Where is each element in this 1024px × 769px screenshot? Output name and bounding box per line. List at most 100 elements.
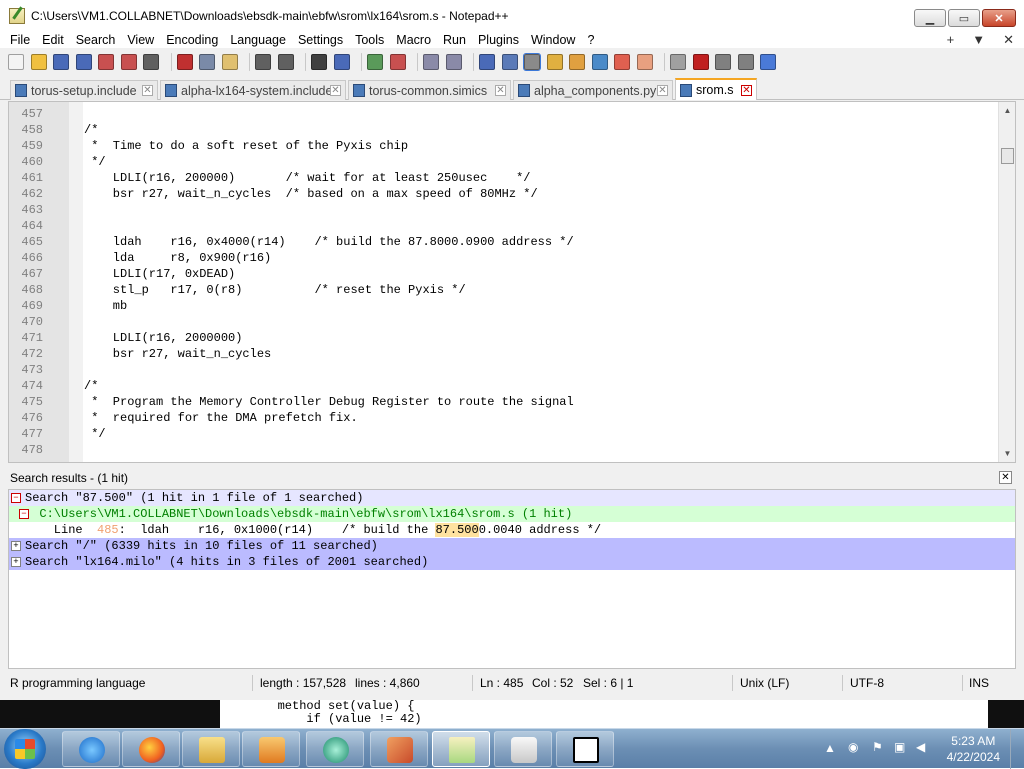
code-line[interactable]: 473 [9,362,993,378]
code-line[interactable]: 458 /* [9,122,993,138]
record-macro-icon[interactable] [670,54,686,70]
paste-icon[interactable] [221,54,238,70]
cut-icon[interactable] [176,54,193,70]
flag-icon[interactable]: ⚑ [872,740,883,754]
maximize-button[interactable]: ▭ [948,9,980,27]
search-results-list[interactable]: − Search "87.500" (1 hit in 1 file of 1 s… [8,489,1016,669]
monitoring-icon[interactable] [636,54,653,70]
save-all-icon[interactable] [75,54,92,70]
taskbar-7zip[interactable] [556,731,614,767]
tab-close-icon[interactable]: ✕ [142,85,153,96]
menu-encoding[interactable]: Encoding [160,32,224,48]
run-macro-multiple-icon[interactable] [737,54,754,70]
code-line[interactable]: 478 [9,442,993,458]
close-doc-icon[interactable]: ✕ [1003,32,1014,48]
menu-macro[interactable]: Macro [390,32,437,48]
tab-close-icon[interactable]: ✕ [330,85,341,96]
taskbar-hxd[interactable] [494,731,552,767]
code-line[interactable]: 464 [9,218,993,234]
code-line[interactable]: 468 stl_p r17, 0(r8) /* reset the Pyxis … [9,282,993,298]
menu-plugins[interactable]: Plugins [472,32,525,48]
code-line[interactable]: 474 /* [9,378,993,394]
code-line[interactable]: 475 * Program the Memory Controller Debu… [9,394,993,410]
search-result-group[interactable]: + Search "lx164.milo" (4 hits in 3 files … [9,554,1015,570]
code-line[interactable]: 461 LDLI(r16, 200000) /* wait for at lea… [9,170,993,186]
zoom-in-icon[interactable] [367,54,383,70]
code-line[interactable]: 476 * required for the DMA prefetch fix. [9,410,993,426]
new-tab-icon[interactable]: + [947,32,955,48]
function-list-icon[interactable] [591,54,608,70]
print-icon[interactable] [143,54,159,70]
sync-horizontal-icon[interactable] [445,54,462,70]
menu-view[interactable]: View [121,32,160,48]
undo-icon[interactable] [255,54,271,70]
copy-icon[interactable] [199,54,215,70]
panel-close-button[interactable]: ✕ [999,471,1012,484]
indent-guide-icon[interactable] [523,53,541,71]
minimize-button[interactable]: ▁ [914,9,946,27]
menu-edit[interactable]: Edit [36,32,70,48]
code-line[interactable]: 457 [9,106,993,122]
scroll-down-icon[interactable]: ▼ [999,445,1015,462]
title-bar[interactable]: C:\Users\VM1.COLLABNET\Downloads\ebsdk-m… [0,0,1024,32]
notepad-app-icon[interactable] [9,8,25,24]
show-hidden-icons-icon[interactable]: ▲ [824,741,836,755]
tab-alpha-components[interactable]: alpha_components.py ✕ [513,80,673,100]
udl-icon[interactable] [546,54,563,70]
save-macro-icon[interactable] [760,54,776,70]
code-line[interactable]: 472 bsr r27, wait_n_cycles [9,346,993,362]
taskbar-firefox[interactable] [122,731,180,767]
clock[interactable]: 5:23 AM 4/22/2024 [947,733,1000,765]
word-wrap-icon[interactable] [479,54,495,70]
code-line[interactable]: 467 LDLI(r17, 0xDEAD) [9,266,993,282]
menu-help[interactable]: ? [581,32,600,48]
network-icon[interactable]: ▣ [894,740,905,754]
close-all-icon[interactable] [120,54,137,70]
vertical-scrollbar[interactable]: ▲ ▼ [998,102,1015,462]
close-button[interactable]: ✕ [982,9,1016,27]
search-result-hit[interactable]: Line 485: ldah r16, 0x1000(r14) /* build… [9,522,1015,538]
code-editor[interactable]: 457 458/* 459 * Time to do a soft reset of… [8,101,1016,463]
find-icon[interactable] [311,54,327,70]
zoom-out-icon[interactable] [389,54,406,70]
search-result-group[interactable]: − Search "87.500" (1 hit in 1 file of 1 s… [9,490,1015,506]
taskbar-file-explorer[interactable] [182,731,240,767]
scrollbar-thumb[interactable] [1001,148,1014,164]
play-macro-icon[interactable] [715,54,731,70]
network-app-icon[interactable]: ◉ [848,740,858,754]
menu-search[interactable]: Search [70,32,122,48]
volume-icon[interactable]: ◀ [916,740,925,754]
menu-run[interactable]: Run [437,32,472,48]
save-icon[interactable] [53,54,69,70]
stop-macro-icon[interactable] [692,54,709,70]
code-line[interactable]: 471 LDLI(r16, 2000000) [9,330,993,346]
code-line[interactable]: 465 ldah r16, 0x4000(r14) /* build the 8… [9,234,993,250]
code-line[interactable]: 470 [9,314,993,330]
code-line[interactable]: 463 [9,202,993,218]
code-line[interactable]: 459 * Time to do a soft reset of the Pyx… [9,138,993,154]
search-result-file[interactable]: − C:\Users\VM1.COLLABNET\Downloads\ebsdk… [9,506,1015,522]
show-desktop-button[interactable] [1010,729,1024,769]
tab-list-icon[interactable]: ▼ [972,32,985,48]
taskbar-matlab[interactable] [370,731,428,767]
search-result-group[interactable]: + Search "/" (6339 hits in 10 files of 11… [9,538,1015,554]
redo-icon[interactable] [277,54,294,70]
new-file-icon[interactable] [8,54,24,70]
show-all-chars-icon[interactable] [501,54,518,70]
tab-srom-s[interactable]: srom.s ✕ [675,78,757,100]
tab-alpha-lx164-system[interactable]: alpha-lx164-system.include ✕ [160,80,346,100]
tab-close-icon[interactable]: ✕ [495,85,506,96]
code-line[interactable]: 469 mb [9,298,993,314]
expand-icon[interactable]: + [11,557,21,567]
start-button[interactable] [4,729,46,769]
menu-language[interactable]: Language [224,32,292,48]
scroll-up-icon[interactable]: ▲ [999,102,1015,119]
open-file-icon[interactable] [30,54,47,70]
code-line[interactable]: 462 bsr r27, wait_n_cycles /* based on a… [9,186,993,202]
expand-icon[interactable]: + [11,541,21,551]
code-line[interactable]: 466 lda r8, 0x900(r16) [9,250,993,266]
code-line[interactable]: 460 */ [9,154,993,170]
menu-window[interactable]: Window [525,32,581,48]
menu-tools[interactable]: Tools [349,32,390,48]
code-line[interactable]: 477 */ [9,426,993,442]
